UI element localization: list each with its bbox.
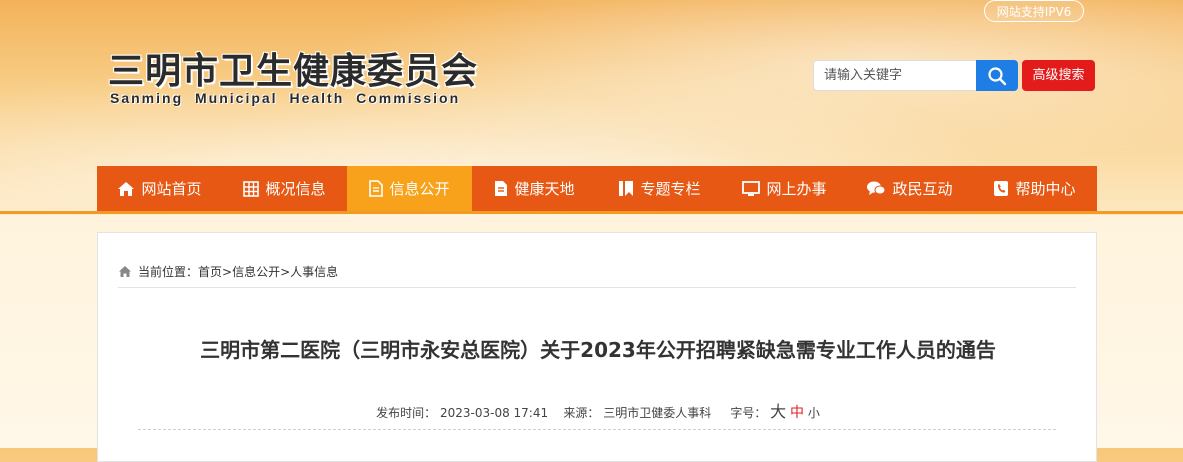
breadcrumb-separator: >: [222, 264, 233, 279]
font-size-label: 字号：: [730, 406, 767, 420]
phone-book-icon: [994, 181, 1009, 196]
ipv6-badge[interactable]: 网站支持IPV6: [984, 0, 1084, 22]
source-label: 来源：: [563, 406, 600, 420]
source: 三明市卫健委人事科: [603, 406, 712, 420]
article-title: 三明市第二医院（三明市永安总医院）关于2023年公开招聘紧缺急需专业工作人员的通…: [200, 338, 996, 362]
monitor-icon: [742, 180, 761, 196]
home-icon: [119, 266, 131, 277]
nav-item-label: 专题专栏: [640, 180, 701, 198]
nav-item-online-services[interactable]: 网上办事: [722, 166, 847, 211]
font-size-small-button[interactable]: 小: [808, 404, 820, 421]
breadcrumb-home[interactable]: 首页: [198, 263, 222, 280]
nav-item-health[interactable]: 健康天地: [472, 166, 597, 211]
nav-item-help[interactable]: 帮助中心: [972, 166, 1097, 211]
nav-item-overview[interactable]: 概况信息: [222, 166, 347, 211]
article-panel: 当前位置： 首页 > 信息公开 > 人事信息 三明市第二医院（三明市永安总医院）…: [97, 232, 1097, 462]
publish-time: 2023-03-08 17:41: [439, 406, 549, 420]
nav-item-label: 健康天地: [514, 180, 575, 198]
breadcrumb-section[interactable]: 信息公开: [232, 263, 280, 280]
breadcrumb-prefix: 当前位置：: [138, 265, 199, 279]
search-input[interactable]: [813, 60, 976, 91]
search-button[interactable]: [976, 60, 1018, 91]
font-size-medium-button[interactable]: 中: [790, 402, 804, 422]
dashed-divider: [138, 429, 1056, 430]
nav-item-label: 帮助中心: [1015, 180, 1076, 198]
nav-item-label: 政民互动: [892, 180, 953, 198]
nav-item-home[interactable]: 网站首页: [97, 166, 222, 211]
nav-item-label: 网站首页: [141, 180, 202, 198]
nav-item-label: 信息公开: [389, 180, 450, 198]
article-meta: 发布时间： 2023-03-08 17:41 来源： 三明市卫健委人事科 字号：…: [98, 398, 1098, 422]
nav-item-info-disclosure[interactable]: 信息公开: [347, 166, 472, 211]
divider: [118, 287, 1076, 288]
advanced-search-button[interactable]: 高级搜索: [1022, 60, 1095, 91]
font-size-large-button[interactable]: 大: [770, 398, 786, 422]
breadcrumb-separator: >: [280, 264, 291, 279]
main-nav: 网站首页 概况信息 信息公开 健康天地 专题专栏 网上办事 政民互动 帮助中心: [97, 166, 1097, 211]
nav-item-label: 概况信息: [265, 180, 326, 198]
home-icon: [118, 181, 135, 196]
grid-icon: [243, 180, 260, 197]
bookmark-icon: [619, 181, 634, 196]
breadcrumb-current[interactable]: 人事信息: [290, 263, 338, 280]
site-logo-title[interactable]: 三明市卫生健康委员会: [108, 42, 478, 94]
nav-underline: [0, 211, 1183, 214]
nav-item-label: 网上办事: [766, 180, 827, 198]
nav-item-interaction[interactable]: 政民互动: [847, 166, 972, 211]
document-icon: [369, 180, 384, 197]
search-icon: [988, 66, 1007, 85]
chat-icon: [867, 181, 886, 195]
nav-item-special-topics[interactable]: 专题专栏: [597, 166, 722, 211]
publish-time-label: 发布时间：: [376, 406, 437, 420]
site-logo-subtitle: Sanming Municipal Health Commission: [110, 90, 461, 106]
file-text-icon: [495, 181, 508, 196]
breadcrumb: 当前位置： 首页 > 信息公开 > 人事信息: [118, 263, 338, 280]
